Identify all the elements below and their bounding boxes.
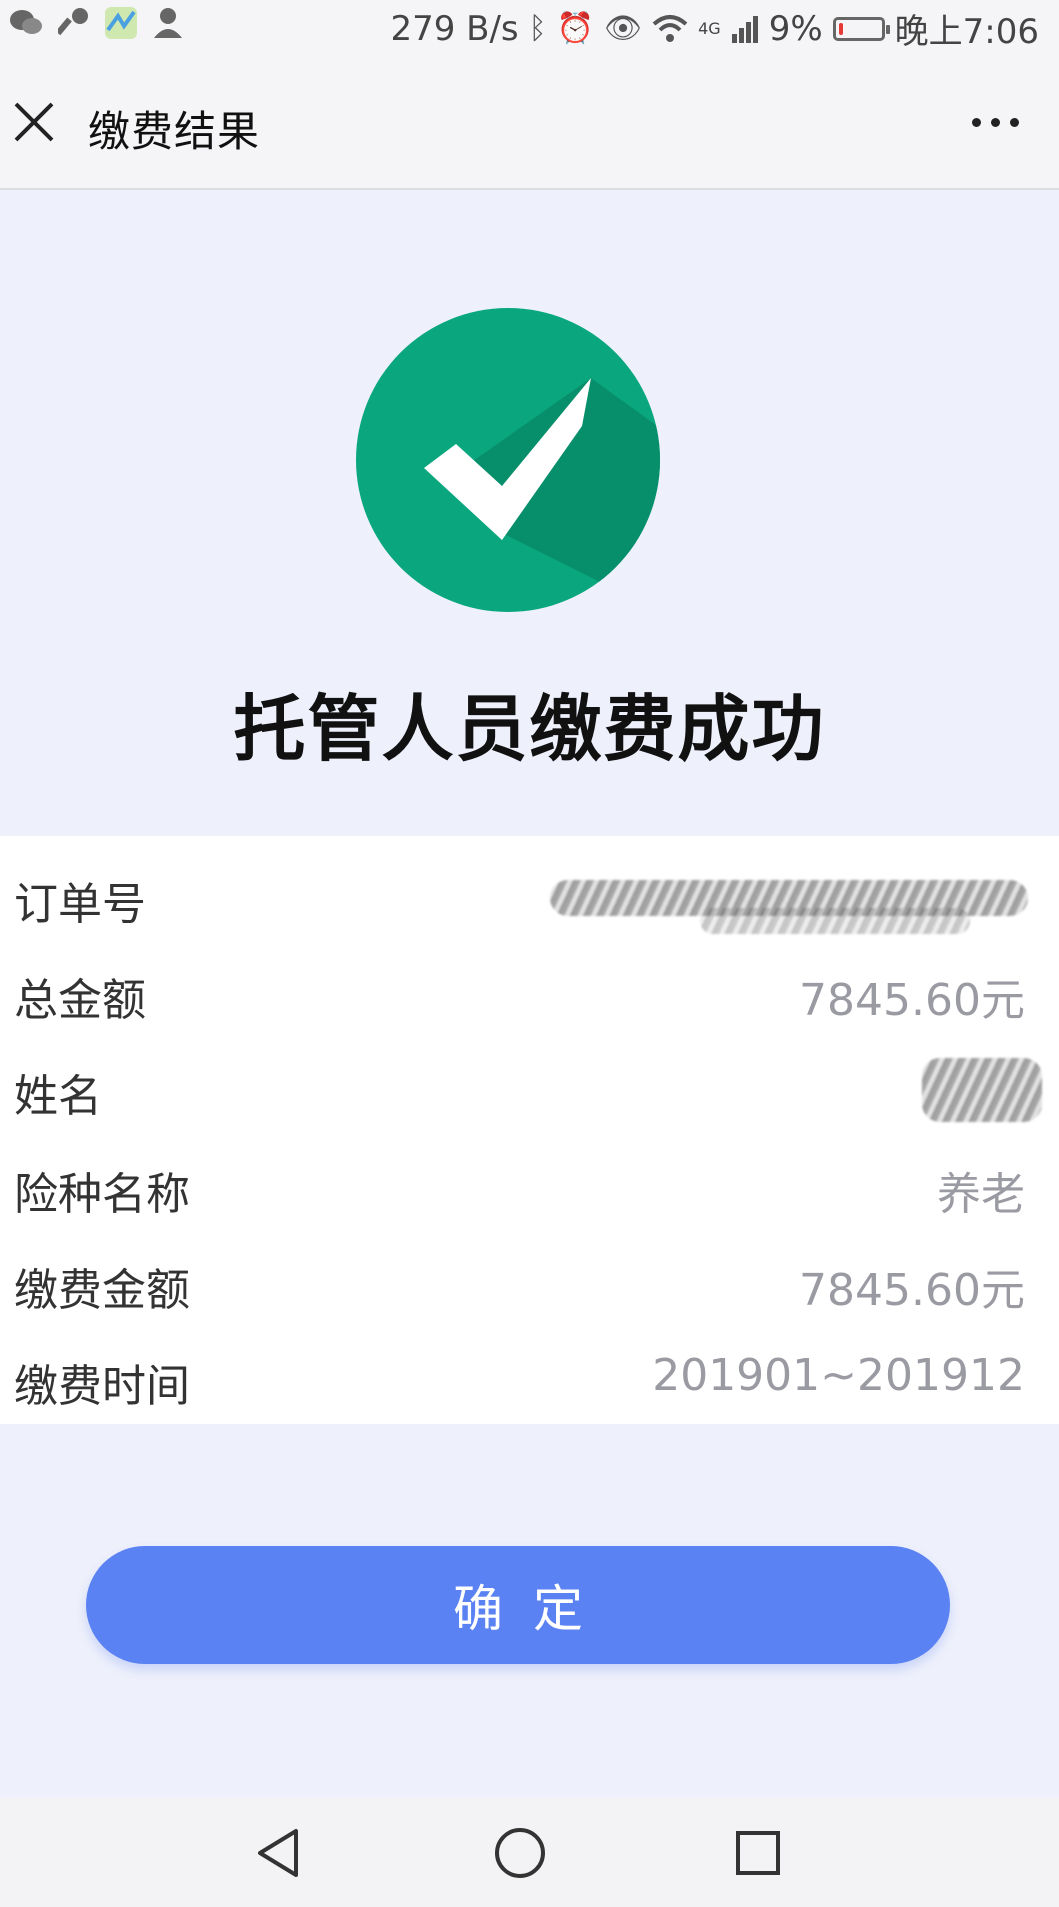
person-icon	[154, 8, 182, 38]
key-icon	[58, 8, 88, 36]
detail-label: 缴费金额	[14, 1265, 190, 1316]
eye-icon: 👁	[604, 10, 643, 46]
clock: 晚上7:06	[894, 12, 1039, 52]
wechat-icon	[10, 10, 42, 34]
detail-label: 险种名称	[14, 1169, 190, 1220]
detail-value: 7845.60元	[799, 1265, 1025, 1316]
network-speed: 279 B/s	[390, 8, 519, 49]
battery-level	[838, 22, 843, 35]
more-dot-icon	[972, 118, 981, 127]
status-bar: 279 B/s ᛒ ⏰ 👁 4G 9% 晚上7:06	[0, 0, 1059, 52]
detail-row-payment-period: 缴费时间 201901~201912	[0, 1328, 1059, 1424]
detail-label: 订单号	[14, 879, 146, 930]
more-dot-icon	[991, 118, 1000, 127]
more-dot-icon	[1010, 118, 1019, 127]
result-hero: 托管人员缴费成功	[0, 190, 1059, 835]
system-status: 279 B/s ᛒ ⏰ 👁 4G 9% 晚上7:06	[390, 4, 1039, 53]
detail-row-insurance-type: 险种名称 养老	[0, 1136, 1059, 1232]
detail-label: 总金额	[14, 975, 146, 1026]
detail-value: 7845.60元	[799, 975, 1025, 1026]
detail-row-name: 姓名	[0, 1038, 1059, 1134]
home-circle-icon[interactable]	[490, 1823, 550, 1883]
map-app-icon	[105, 7, 137, 39]
detail-row-total-amount: 总金额 7845.60元	[0, 942, 1059, 1038]
check-circle-icon	[356, 308, 660, 612]
battery-percent: 9%	[768, 8, 823, 49]
page-title: 缴费结果	[88, 107, 261, 156]
recents-square-icon[interactable]	[728, 1823, 788, 1883]
back-triangle-icon[interactable]	[250, 1823, 310, 1883]
detail-row-order-number: 订单号	[0, 846, 1059, 942]
redaction-scribble	[700, 908, 970, 934]
close-icon[interactable]	[12, 100, 56, 144]
bluetooth-icon: ᛒ	[528, 10, 547, 46]
nav-bar: 缴费结果	[0, 52, 1059, 190]
detail-value: 养老	[937, 1169, 1025, 1220]
detail-label: 缴费时间	[14, 1361, 190, 1412]
success-title: 托管人员缴费成功	[233, 687, 826, 771]
more-options-button[interactable]	[972, 118, 1019, 127]
signal-icon	[731, 15, 758, 43]
network-type: 4G	[698, 19, 721, 38]
detail-row-payment-amount: 缴费金额 7845.60元	[0, 1232, 1059, 1328]
detail-label: 姓名	[14, 1071, 102, 1122]
system-navigation-bar	[0, 1797, 1059, 1907]
battery-icon	[832, 16, 890, 41]
payment-details: 订单号 总金额 7845.60元 姓名 险种名称 养老 缴费金额 7845.60…	[0, 836, 1059, 1424]
alarm-icon: ⏰	[556, 10, 595, 46]
redaction-scribble	[922, 1058, 1042, 1122]
notification-icons	[8, 6, 184, 40]
wifi-icon	[652, 14, 688, 42]
confirm-button[interactable]: 确定	[86, 1546, 950, 1664]
detail-value: 201901~201912	[652, 1350, 1025, 1401]
